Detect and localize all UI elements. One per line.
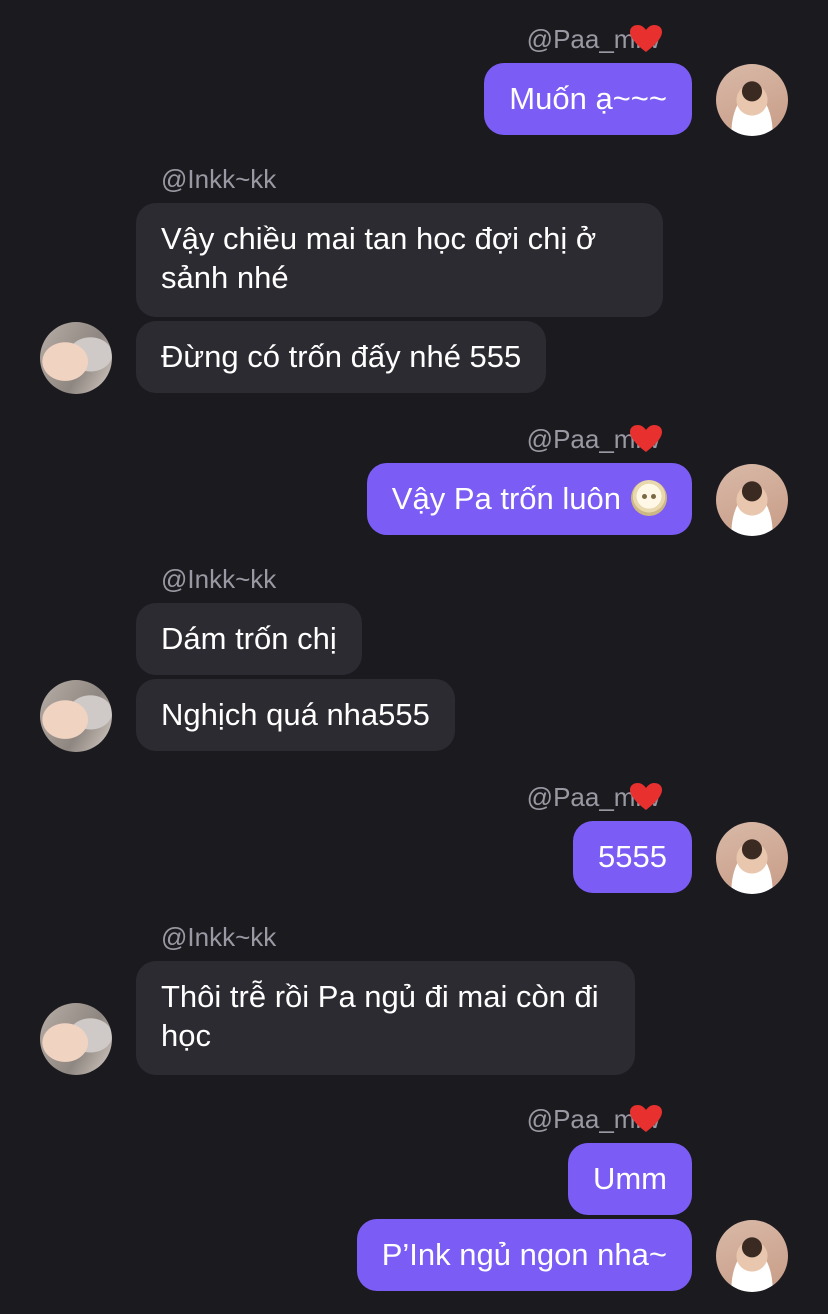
- message-text: Dám trốn chị: [161, 621, 337, 656]
- message-bubble-outgoing[interactable]: P’Ink ngủ ngon nha~: [356, 1219, 692, 1291]
- message-bubble-incoming[interactable]: Nghịch quá nha555: [136, 679, 455, 751]
- message-bubble-incoming[interactable]: Vậy chiều mai tan học đợi chị ở sảnh nhé: [136, 203, 663, 317]
- message-text: Đừng có trốn đấy nhé 555: [161, 339, 522, 374]
- avatar-them[interactable]: [40, 680, 112, 752]
- message-text: 5555: [598, 839, 667, 874]
- sender-name-them: @Inkk~kk: [161, 922, 277, 952]
- message-bubble-incoming[interactable]: Dám trốn chị: [136, 603, 362, 675]
- face-in-clouds-emoji-icon: [631, 480, 667, 516]
- red-heart-icon: [630, 783, 662, 810]
- message-text: P’Ink ngủ ngon nha~: [381, 1237, 667, 1272]
- sender-name-them: @Inkk~kk: [161, 164, 277, 194]
- message-text: Umm: [592, 1161, 667, 1196]
- avatar-me[interactable]: [716, 64, 788, 136]
- avatar-them[interactable]: [40, 1003, 112, 1075]
- message-text: Thôi trễ rồi Pa ngủ đi mai còn đi học: [161, 979, 599, 1053]
- message-text: Muốn ạ~~~: [509, 81, 667, 116]
- message-bubble-outgoing[interactable]: Vậy Pa trốn luôn: [366, 463, 692, 535]
- sender-name-them: @Inkk~kk: [161, 564, 277, 594]
- avatar-me[interactable]: [716, 822, 788, 894]
- message-bubble-outgoing[interactable]: Umm: [567, 1143, 692, 1215]
- message-text: Vậy chiều mai tan học đợi chị ở sảnh nhé: [161, 221, 597, 295]
- message-bubble-incoming[interactable]: Đừng có trốn đấy nhé 555: [136, 321, 547, 393]
- avatar-me[interactable]: [716, 1220, 788, 1292]
- red-heart-icon: [630, 1105, 662, 1132]
- avatar-them[interactable]: [40, 322, 112, 394]
- avatar-me[interactable]: [716, 464, 788, 536]
- message-bubble-outgoing[interactable]: 5555: [573, 821, 692, 893]
- message-text: Vậy Pa trốn luôn: [391, 481, 621, 516]
- message-bubble-outgoing[interactable]: Muốn ạ~~~: [484, 63, 692, 135]
- red-heart-icon: [630, 425, 662, 452]
- message-text: Nghịch quá nha555: [161, 697, 430, 732]
- red-heart-icon: [630, 25, 662, 52]
- message-bubble-incoming[interactable]: Thôi trễ rồi Pa ngủ đi mai còn đi học: [136, 961, 635, 1075]
